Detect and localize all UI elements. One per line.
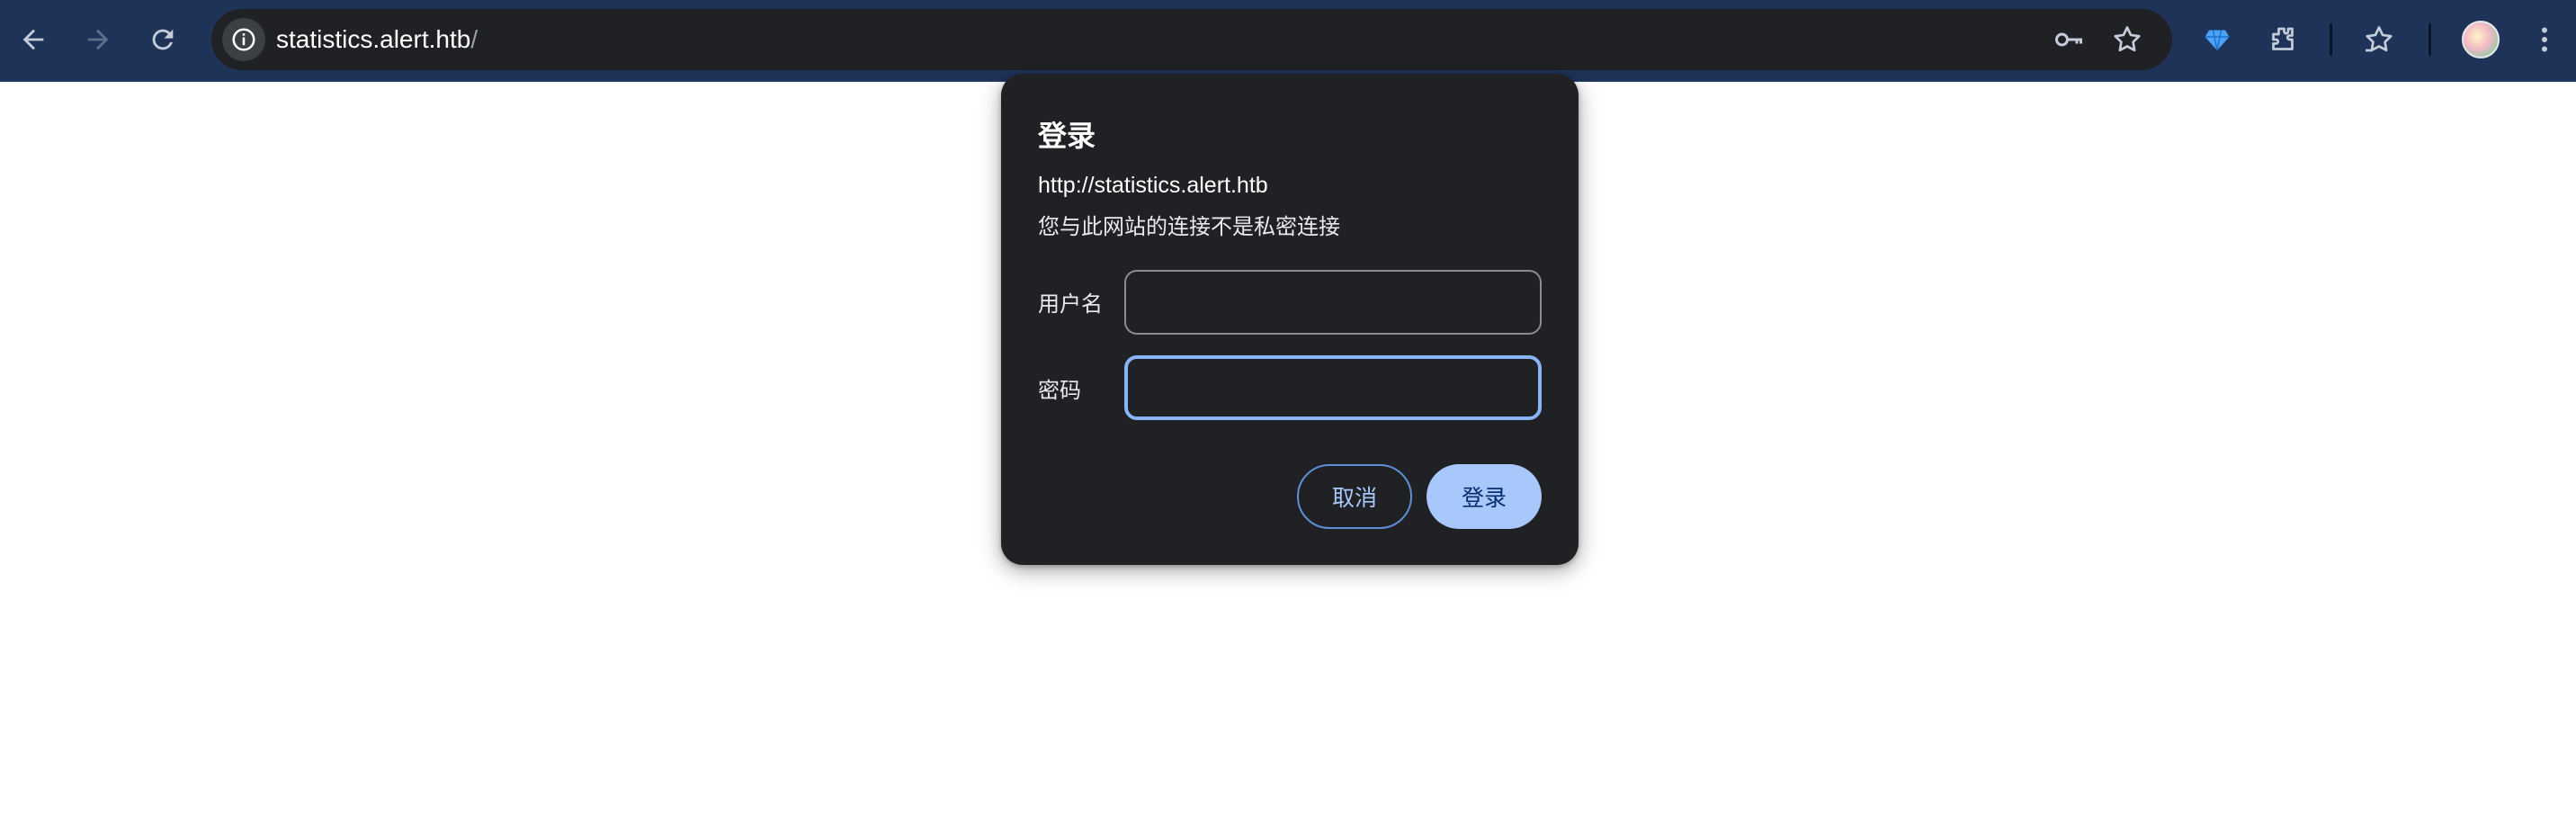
avatar[interactable] <box>2462 21 2500 58</box>
key-icon <box>2055 32 2082 47</box>
extensions-button[interactable] <box>2263 20 2303 59</box>
reload-button[interactable] <box>139 16 186 63</box>
password-label: 密码 <box>1038 379 1081 403</box>
dialog-warning: 您与此网站的连接不是私密连接 <box>1038 215 1340 239</box>
url-host: statistics.alert.htb <box>276 25 471 53</box>
back-button[interactable] <box>10 16 57 63</box>
back-arrow-icon <box>22 29 44 50</box>
gem-icon <box>2205 30 2230 51</box>
username-field[interactable] <box>1124 270 1542 335</box>
url-text[interactable]: statistics.alert.htb/ <box>276 9 478 70</box>
star-list-icon <box>2366 26 2393 52</box>
password-manager-button[interactable] <box>2051 22 2087 58</box>
puzzle-icon <box>2272 27 2294 50</box>
browser-menu-button[interactable] <box>2525 20 2564 59</box>
auth-dialog: 登录 http://statistics.alert.htb 您与此网站的连接不… <box>1001 74 1579 565</box>
site-info-button[interactable] <box>222 18 265 61</box>
info-icon <box>232 28 255 51</box>
bookmarks-button[interactable] <box>2359 20 2399 59</box>
extension-gem-button[interactable] <box>2197 20 2237 59</box>
url-path: / <box>470 25 479 53</box>
address-bar[interactable]: statistics.alert.htb/ <box>211 9 2172 70</box>
dialog-title: 登录 <box>1038 120 1096 152</box>
forward-arrow-icon <box>87 29 109 50</box>
star-icon <box>2114 26 2141 52</box>
bookmark-star-button[interactable] <box>2109 22 2145 58</box>
kebab-menu-icon <box>2542 27 2547 52</box>
cancel-button[interactable]: 取消 <box>1297 464 1412 529</box>
browser-toolbar: statistics.alert.htb/ <box>0 0 2576 82</box>
toolbar-divider <box>2330 23 2332 56</box>
dialog-origin: http://statistics.alert.htb <box>1038 173 1268 198</box>
login-button[interactable]: 登录 <box>1427 464 1542 529</box>
username-label: 用户名 <box>1038 292 1103 317</box>
toolbar-divider <box>2428 23 2431 56</box>
reload-icon <box>152 29 174 50</box>
password-field[interactable] <box>1124 355 1542 420</box>
forward-button[interactable] <box>75 16 121 63</box>
